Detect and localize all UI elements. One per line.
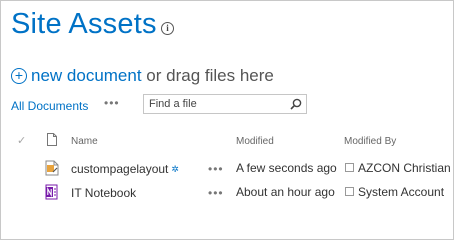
new-document-link[interactable]: new document	[31, 66, 142, 85]
column-header-modified-by[interactable]: Modified By	[344, 136, 396, 147]
file-link[interactable]: custompagelayout	[71, 162, 168, 176]
onenote-file-icon	[45, 184, 58, 200]
info-icon[interactable]: i	[161, 22, 174, 35]
presence-indicator	[345, 187, 354, 196]
upload-command-bar: + new document or drag files here	[11, 66, 274, 86]
column-header-modified[interactable]: Modified	[236, 136, 274, 147]
table-cell-modified: About an hour ago	[236, 185, 335, 199]
row-more-options-icon[interactable]: •••	[208, 162, 224, 176]
add-icon[interactable]: +	[11, 68, 27, 84]
column-header-name[interactable]: Name	[71, 136, 98, 147]
file-type-header-icon[interactable]	[47, 133, 57, 146]
table-cell-modified: A few seconds ago	[236, 161, 337, 175]
row-more-options-icon[interactable]: •••	[208, 186, 224, 200]
view-selector-all-documents[interactable]: All Documents	[11, 99, 88, 113]
select-all-checkmark[interactable]: ✓	[17, 134, 26, 147]
presence-indicator	[345, 163, 354, 172]
view-more-options-icon[interactable]: •••	[104, 96, 120, 110]
table-cell-modified-by: AZCON Christian T	[345, 161, 454, 175]
page-title: Site Assets	[11, 8, 157, 40]
table-cell-modified-by: System Account	[345, 185, 444, 199]
search-input[interactable]	[144, 95, 289, 113]
new-item-icon: ✲	[171, 164, 179, 174]
aspx-file-icon	[45, 160, 59, 176]
user-link[interactable]: AZCON Christian T	[358, 161, 454, 175]
user-link[interactable]: System Account	[358, 185, 444, 199]
table-row-name: custompagelayout ✲	[71, 162, 179, 176]
drag-files-hint: or drag files here	[141, 66, 274, 85]
search-box	[143, 94, 307, 114]
table-row-name: IT Notebook	[71, 186, 136, 200]
file-link[interactable]: IT Notebook	[71, 186, 136, 200]
search-icon[interactable]	[290, 98, 302, 110]
